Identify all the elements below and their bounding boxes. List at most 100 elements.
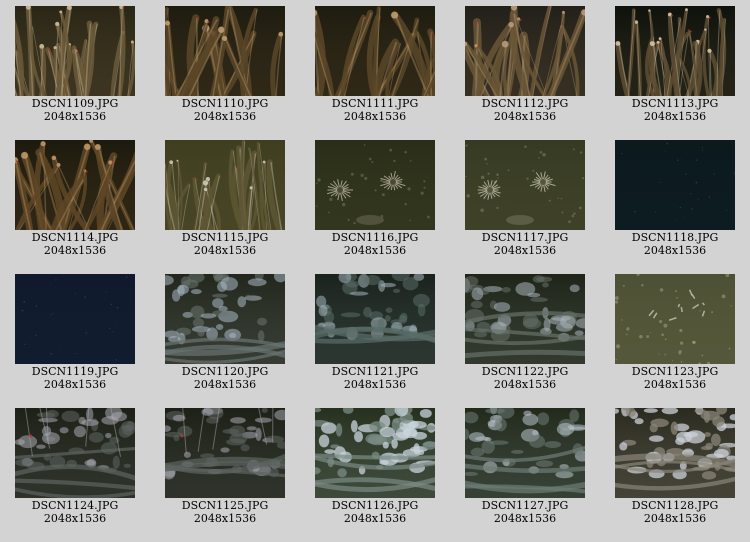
image-dimensions-label: 2048x1536: [493, 512, 557, 525]
gallery-item[interactable]: DSCN1117.JPG 2048x1536: [450, 134, 600, 268]
image-dimensions-label: 2048x1536: [193, 512, 257, 525]
file-name-label[interactable]: DSCN1127.JPG: [450, 499, 600, 512]
thumbnail-image[interactable]: [465, 274, 585, 364]
file-name-label[interactable]: DSCN1117.JPG: [450, 231, 600, 244]
gallery-item[interactable]: DSCN1125.JPG 2048x1536: [150, 402, 300, 536]
image-dimensions-label: 2048x1536: [193, 378, 257, 391]
image-dimensions-label: 2048x1536: [643, 378, 707, 391]
thumbnail-graphic: [315, 6, 435, 96]
image-dimensions-label: 2048x1536: [43, 244, 107, 257]
thumbnail-graphic: [615, 408, 735, 498]
thumbnail-graphic: [165, 140, 285, 230]
thumbnail-image[interactable]: [15, 274, 135, 364]
thumbnail-graphic: [15, 140, 135, 230]
gallery-item[interactable]: DSCN1114.JPG 2048x1536: [0, 134, 150, 268]
gallery-item[interactable]: DSCN1123.JPG 2048x1536: [600, 268, 750, 402]
thumbnail-graphic: [165, 408, 285, 498]
file-name-label[interactable]: DSCN1119.JPG: [0, 365, 150, 378]
thumbnail-graphic: [615, 274, 735, 364]
thumbnail-graphic: [615, 6, 735, 96]
thumbnail-image[interactable]: [165, 408, 285, 498]
file-name-label[interactable]: DSCN1110.JPG: [150, 97, 300, 110]
file-name-label[interactable]: DSCN1128.JPG: [600, 499, 750, 512]
image-dimensions-label: 2048x1536: [43, 512, 107, 525]
image-dimensions-label: 2048x1536: [343, 244, 407, 257]
thumbnail-graphic: [465, 140, 585, 230]
image-dimensions-label: 2048x1536: [493, 110, 557, 123]
image-dimensions-label: 2048x1536: [193, 244, 257, 257]
gallery-item[interactable]: DSCN1127.JPG 2048x1536: [450, 402, 600, 536]
thumbnail-image[interactable]: [465, 408, 585, 498]
thumbnail-image[interactable]: [165, 140, 285, 230]
gallery-item[interactable]: DSCN1110.JPG 2048x1536: [150, 0, 300, 134]
file-name-label[interactable]: DSCN1113.JPG: [600, 97, 750, 110]
image-dimensions-label: 2048x1536: [343, 512, 407, 525]
gallery-item[interactable]: DSCN1111.JPG 2048x1536: [300, 0, 450, 134]
image-dimensions-label: 2048x1536: [43, 110, 107, 123]
thumbnail-image[interactable]: [15, 6, 135, 96]
file-name-label[interactable]: DSCN1114.JPG: [0, 231, 150, 244]
thumbnail-graphic: [165, 274, 285, 364]
file-name-label[interactable]: DSCN1121.JPG: [300, 365, 450, 378]
thumbnail-graphic: [15, 408, 135, 498]
image-dimensions-label: 2048x1536: [643, 110, 707, 123]
image-dimensions-label: 2048x1536: [493, 244, 557, 257]
image-dimensions-label: 2048x1536: [193, 110, 257, 123]
file-name-label[interactable]: DSCN1109.JPG: [0, 97, 150, 110]
thumbnail-image[interactable]: [165, 274, 285, 364]
image-dimensions-label: 2048x1536: [643, 244, 707, 257]
image-dimensions-label: 2048x1536: [343, 378, 407, 391]
gallery-item[interactable]: DSCN1112.JPG 2048x1536: [450, 0, 600, 134]
gallery-item[interactable]: DSCN1113.JPG 2048x1536: [600, 0, 750, 134]
thumbnail-image[interactable]: [615, 408, 735, 498]
gallery-item[interactable]: DSCN1119.JPG 2048x1536: [0, 268, 150, 402]
gallery-item[interactable]: DSCN1109.JPG 2048x1536: [0, 0, 150, 134]
file-name-label[interactable]: DSCN1126.JPG: [300, 499, 450, 512]
file-name-label[interactable]: DSCN1115.JPG: [150, 231, 300, 244]
thumbnail-graphic: [15, 274, 135, 364]
image-dimensions-label: 2048x1536: [43, 378, 107, 391]
thumbnail-image[interactable]: [465, 140, 585, 230]
thumbnail-graphic: [165, 6, 285, 96]
thumbnail-graphic: [315, 274, 435, 364]
thumbnail-image[interactable]: [615, 140, 735, 230]
gallery-item[interactable]: DSCN1120.JPG 2048x1536: [150, 268, 300, 402]
file-name-label[interactable]: DSCN1123.JPG: [600, 365, 750, 378]
thumbnail-image[interactable]: [165, 6, 285, 96]
file-name-label[interactable]: DSCN1124.JPG: [0, 499, 150, 512]
thumbnail-image[interactable]: [315, 408, 435, 498]
gallery-item[interactable]: DSCN1118.JPG 2048x1536: [600, 134, 750, 268]
file-name-label[interactable]: DSCN1116.JPG: [300, 231, 450, 244]
thumbnail-graphic: [465, 274, 585, 364]
thumbnail-image[interactable]: [15, 140, 135, 230]
thumbnail-graphic: [315, 408, 435, 498]
thumbnail-image[interactable]: [615, 6, 735, 96]
file-name-label[interactable]: DSCN1112.JPG: [450, 97, 600, 110]
file-name-label[interactable]: DSCN1122.JPG: [450, 365, 600, 378]
gallery-item[interactable]: DSCN1116.JPG 2048x1536: [300, 134, 450, 268]
gallery-item[interactable]: DSCN1122.JPG 2048x1536: [450, 268, 600, 402]
thumbnail-image[interactable]: [15, 408, 135, 498]
thumbnail-graphic: [315, 140, 435, 230]
thumbnail-gallery: DSCN1109.JPG 2048x1536 DSCN1110.JPG 2048x15…: [0, 0, 750, 542]
gallery-item[interactable]: DSCN1124.JPG 2048x1536: [0, 402, 150, 536]
thumbnail-image[interactable]: [465, 6, 585, 96]
image-dimensions-label: 2048x1536: [343, 110, 407, 123]
image-dimensions-label: 2048x1536: [643, 512, 707, 525]
gallery-item[interactable]: DSCN1115.JPG 2048x1536: [150, 134, 300, 268]
thumbnail-image[interactable]: [315, 140, 435, 230]
thumbnail-graphic: [15, 6, 135, 96]
thumbnail-image[interactable]: [315, 6, 435, 96]
gallery-item[interactable]: DSCN1126.JPG 2048x1536: [300, 402, 450, 536]
file-name-label[interactable]: DSCN1125.JPG: [150, 499, 300, 512]
thumbnail-image[interactable]: [315, 274, 435, 364]
image-dimensions-label: 2048x1536: [493, 378, 557, 391]
gallery-item[interactable]: DSCN1128.JPG 2048x1536: [600, 402, 750, 536]
gallery-item[interactable]: DSCN1121.JPG 2048x1536: [300, 268, 450, 402]
file-name-label[interactable]: DSCN1120.JPG: [150, 365, 300, 378]
file-name-label[interactable]: DSCN1118.JPG: [600, 231, 750, 244]
thumbnail-graphic: [615, 140, 735, 230]
thumbnail-graphic: [465, 6, 585, 96]
thumbnail-image[interactable]: [615, 274, 735, 364]
file-name-label[interactable]: DSCN1111.JPG: [300, 97, 450, 110]
